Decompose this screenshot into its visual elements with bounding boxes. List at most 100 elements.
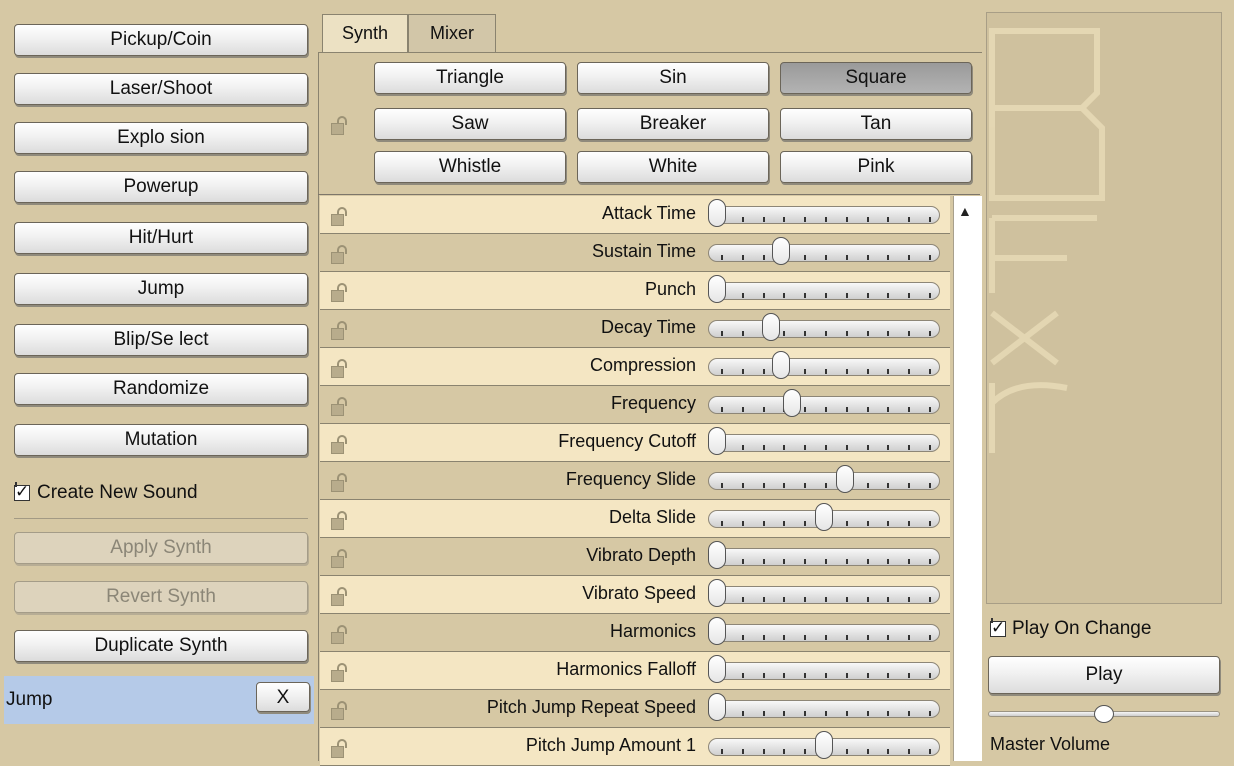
preset-powerup-button[interactable]: Powerup (14, 171, 308, 203)
slider-thumb[interactable] (815, 731, 833, 759)
param-label: Delta Slide (608, 507, 696, 527)
waveform-breaker-button[interactable]: Breaker (577, 108, 769, 140)
param-row-compression: Compression (320, 348, 950, 386)
waveform-whistle-button[interactable]: Whistle (374, 151, 566, 183)
parameter-scrollbar[interactable]: ▲ (953, 196, 982, 761)
lock-icon[interactable] (330, 283, 352, 303)
lock-icon[interactable] (330, 739, 352, 759)
slider-tick (929, 217, 931, 222)
scroll-up-arrow-icon[interactable]: ▲ (958, 204, 972, 218)
slider-thumb[interactable] (708, 693, 726, 721)
slider-thumb[interactable] (782, 389, 801, 417)
remove-synth-button[interactable]: X (256, 682, 310, 712)
play-button[interactable]: Play (988, 656, 1220, 694)
slider-thumb[interactable] (708, 541, 726, 569)
play-on-change-checkbox[interactable]: ✓ (990, 618, 1006, 637)
preset-laser-shoot-button[interactable]: Laser/Shoot (14, 73, 308, 105)
lock-icon[interactable] (330, 473, 352, 493)
slider-thumb[interactable] (708, 199, 726, 227)
param-slider[interactable] (708, 244, 940, 262)
slider-thumb[interactable] (772, 351, 791, 379)
param-label: Pitch Jump Repeat Speed (486, 697, 696, 717)
preset-hit-hurt-button[interactable]: Hit/Hurt (14, 222, 308, 254)
slider-thumb[interactable] (708, 655, 726, 683)
lock-icon[interactable] (330, 701, 352, 721)
tab-synth[interactable]: Synth (322, 14, 408, 52)
param-label: Pitch Jump Amount 1 (525, 735, 696, 755)
param-row-pitch-jump-amount-1: Pitch Jump Amount 1 (320, 728, 950, 766)
param-slider[interactable] (708, 282, 940, 300)
slider-tick (845, 635, 848, 640)
lock-icon[interactable] (330, 549, 352, 569)
param-row-harmonics: Harmonics (320, 614, 950, 652)
lock-icon[interactable] (330, 587, 352, 607)
waveform-white-button[interactable]: White (577, 151, 769, 183)
randomize-button[interactable]: Randomize (14, 373, 308, 405)
param-slider[interactable] (708, 358, 940, 376)
slider-thumb[interactable] (708, 427, 726, 455)
preset-panel: Pickup/Coin Laser/Shoot Explo sion Power… (0, 0, 318, 761)
revert-synth-button[interactable]: Revert Synth (14, 581, 308, 613)
waveform-pink-button[interactable]: Pink (780, 151, 972, 183)
create-new-sound-checkbox[interactable]: ✓ (14, 482, 30, 501)
apply-synth-button[interactable]: Apply Synth (14, 532, 308, 564)
preset-jump-button[interactable]: Jump (14, 273, 308, 305)
slider-tick (741, 521, 744, 526)
lock-icon[interactable] (330, 397, 352, 417)
play-on-change-toggle[interactable]: ✓ Play On Change (990, 618, 1151, 640)
synth-list-item-selected[interactable]: Jump X (4, 676, 314, 724)
lock-icon[interactable] (330, 359, 352, 379)
slider-tick (929, 445, 931, 450)
lock-icon[interactable] (330, 245, 352, 265)
waveform-triangle-button[interactable]: Triangle (374, 62, 566, 94)
param-slider[interactable] (708, 662, 940, 680)
lock-icon[interactable] (330, 435, 352, 455)
slider-tick (783, 445, 786, 450)
master-volume-thumb[interactable] (1094, 705, 1114, 723)
slider-thumb[interactable] (708, 579, 726, 607)
slider-tick (783, 521, 786, 526)
duplicate-synth-button[interactable]: Duplicate Synth (14, 630, 308, 662)
slider-thumb[interactable] (815, 503, 833, 531)
param-slider[interactable] (708, 586, 940, 604)
waveform-lock-icon[interactable] (330, 116, 352, 136)
divider (318, 194, 980, 195)
waveform-sin-button[interactable]: Sin (577, 62, 769, 94)
param-slider[interactable] (708, 472, 940, 490)
slider-thumb[interactable] (708, 275, 726, 303)
preset-blip-select-button[interactable]: Blip/Se lect (14, 324, 308, 356)
lock-icon[interactable] (330, 207, 352, 227)
param-slider[interactable] (708, 434, 940, 452)
lock-icon[interactable] (330, 511, 352, 531)
lock-icon[interactable] (330, 663, 352, 683)
play-on-change-label: Play On Change (1012, 618, 1152, 639)
slider-thumb[interactable] (836, 465, 855, 493)
lock-icon[interactable] (330, 321, 352, 341)
param-slider[interactable] (708, 624, 940, 642)
param-slider[interactable] (708, 206, 940, 224)
param-slider[interactable] (708, 700, 940, 718)
slider-tick (929, 521, 931, 526)
waveform-tan-button[interactable]: Tan (780, 108, 972, 140)
mutation-button[interactable]: Mutation (14, 424, 308, 456)
slider-tick (908, 673, 911, 678)
slider-tick (929, 331, 931, 336)
slider-thumb[interactable] (761, 313, 780, 341)
slider-thumb[interactable] (772, 237, 791, 265)
slider-thumb[interactable] (708, 617, 726, 645)
param-slider[interactable] (708, 396, 940, 414)
slider-tick (845, 749, 848, 754)
param-slider[interactable] (708, 548, 940, 566)
lock-icon[interactable] (330, 625, 352, 645)
preset-pickup-coin-button[interactable]: Pickup/Coin (14, 24, 308, 56)
create-new-sound-toggle[interactable]: ✓ Create New Sound (14, 482, 198, 504)
preset-explosion-button[interactable]: Explo sion (14, 122, 308, 154)
slider-tick (804, 635, 807, 640)
waveform-saw-button[interactable]: Saw (374, 108, 566, 140)
slider-tick (866, 331, 869, 336)
param-slider[interactable] (708, 320, 940, 338)
slider-tick (804, 369, 807, 374)
waveform-square-button[interactable]: Square (780, 62, 972, 94)
slider-tick (845, 673, 848, 678)
tab-mixer[interactable]: Mixer (408, 14, 496, 52)
